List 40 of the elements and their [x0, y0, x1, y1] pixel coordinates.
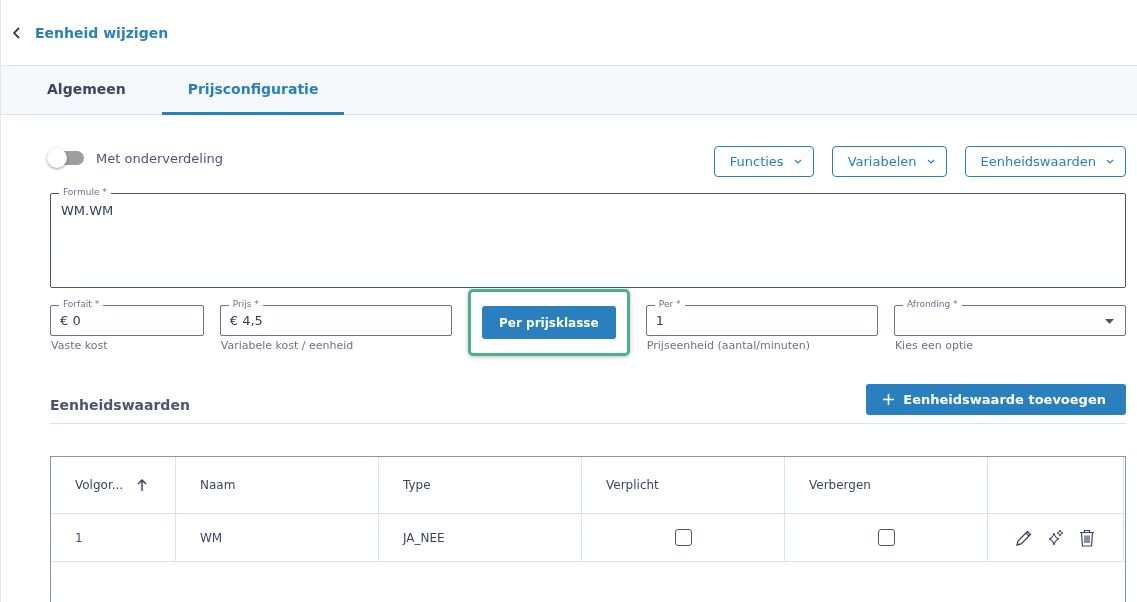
- helper-text: Variabele kost / eenheid: [219, 339, 355, 352]
- table-cell: 1: [51, 514, 176, 561]
- column-header[interactable]: Volgor...: [51, 457, 176, 513]
- chevron-down-icon: [793, 158, 802, 164]
- sparkle-icon[interactable]: [1047, 528, 1065, 547]
- dropdown-arrow-icon: [1105, 319, 1114, 324]
- checkbox[interactable]: [877, 529, 895, 546]
- chevron-down-icon: [926, 158, 935, 164]
- helper-text: Kies een optie: [893, 339, 975, 352]
- tab[interactable]: Prijsconfiguratie: [161, 66, 345, 115]
- field-value: 1: [655, 313, 665, 328]
- tab[interactable]: Algemeen: [29, 66, 144, 115]
- field-value: WM.WM: [61, 203, 114, 218]
- checkbox[interactable]: [674, 529, 692, 546]
- toggle-switch[interactable]: [50, 151, 84, 165]
- field-value: € 0: [60, 313, 81, 328]
- table-cell: JA_NEE: [379, 514, 582, 561]
- helper-text: Vaste kost: [50, 339, 109, 352]
- column-header[interactable]: Naam: [176, 457, 379, 513]
- dropdown-button[interactable]: Eenheidswaarden: [964, 145, 1126, 177]
- pencil-icon[interactable]: [1015, 528, 1033, 547]
- add-button[interactable]: Eenheidswaarde toevoegen: [866, 384, 1126, 415]
- column-header[interactable]: Type: [379, 457, 582, 513]
- table-cell: WM: [176, 514, 379, 561]
- helper-text: Prijseenheid (aantal/minuten): [645, 339, 812, 352]
- price-class-button[interactable]: Per prijsklasse: [481, 306, 616, 339]
- page-title: Eenheid wijzigen: [35, 24, 169, 41]
- section-title: Eenheidswaarden: [50, 396, 190, 413]
- field-label: Afronding *: [902, 298, 962, 311]
- dropdown-button[interactable]: Variabelen: [831, 145, 947, 177]
- column-header[interactable]: Verbergen: [785, 457, 988, 513]
- plus-icon: [883, 394, 895, 405]
- trash-icon[interactable]: [1079, 528, 1095, 547]
- field-value: € 4,5: [229, 313, 263, 328]
- dropdown-button[interactable]: Functies: [713, 145, 814, 177]
- chevron-down-icon: [1106, 158, 1114, 164]
- field-label: Prijs *: [228, 298, 263, 311]
- column-header[interactable]: Verplicht: [582, 457, 785, 513]
- toggle-label: Met onderverdeling: [96, 150, 223, 166]
- back-icon[interactable]: [13, 26, 21, 39]
